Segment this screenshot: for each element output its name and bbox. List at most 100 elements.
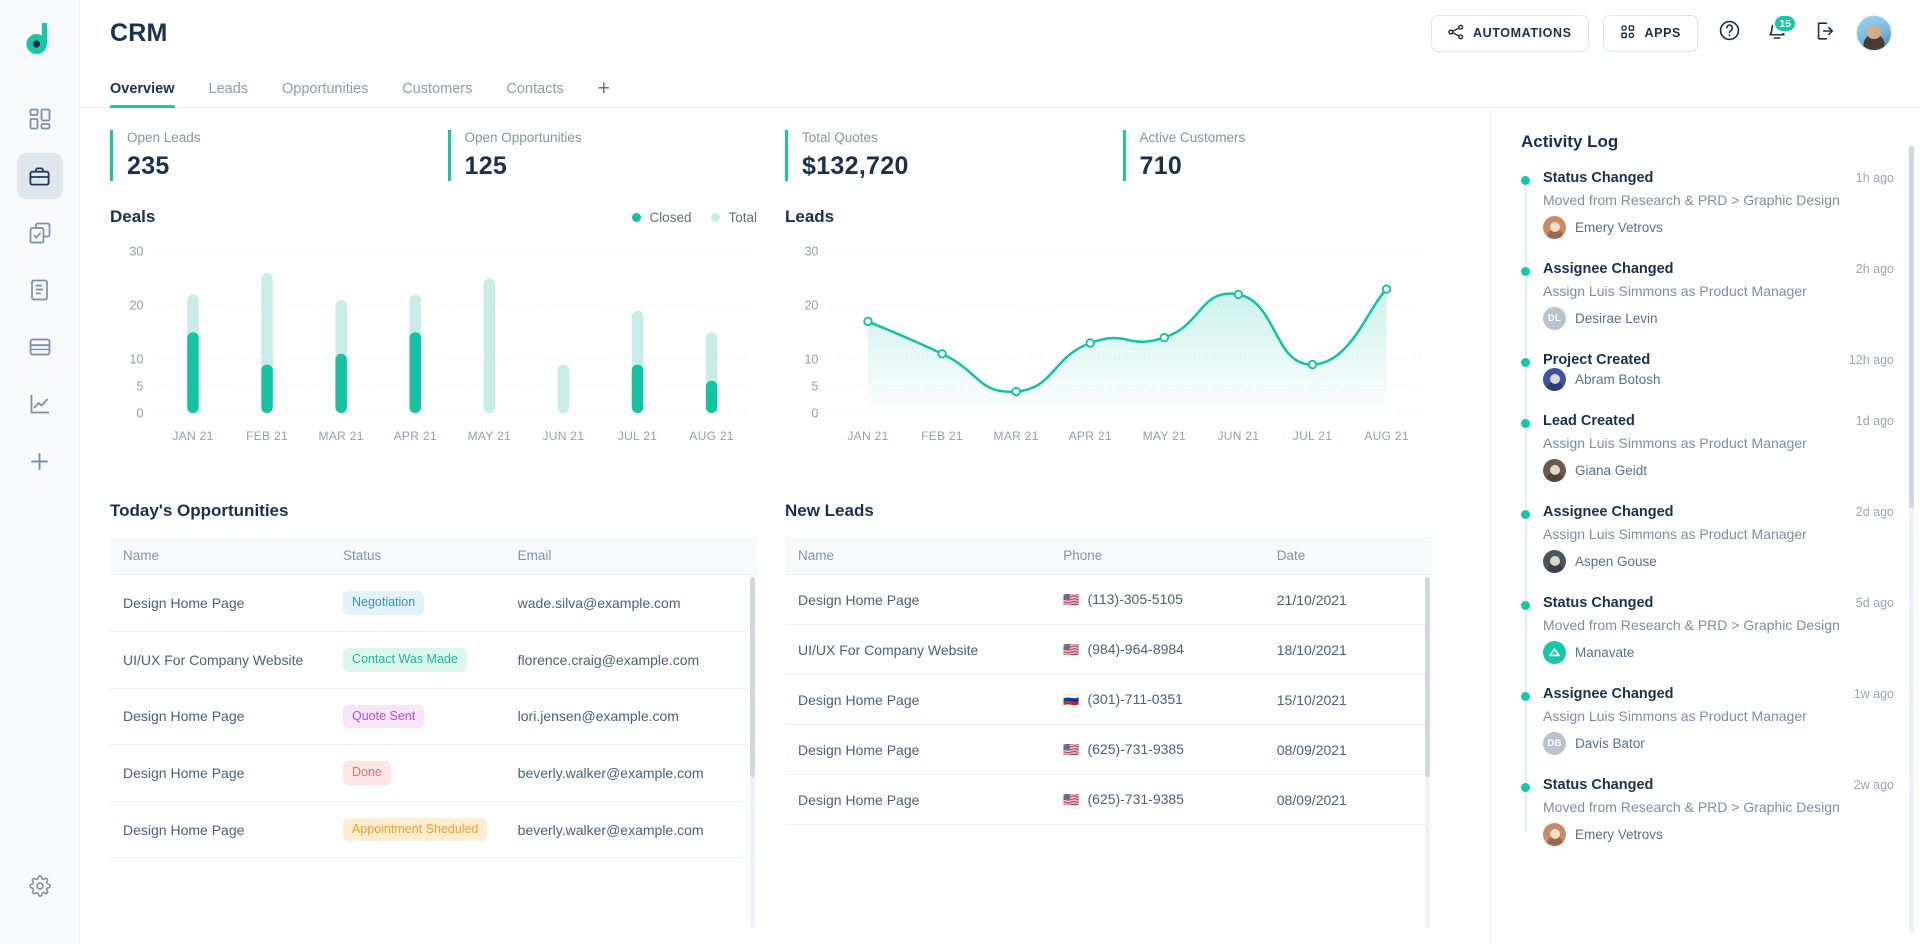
activity-item[interactable]: Status Changed 1h ago Moved from Research … [1521,170,1894,239]
table-row[interactable]: Design Home Page 🇷🇺 (301)-711-0351 15/10/20… [785,674,1432,726]
table-row[interactable]: Design Home Page Done beverly.walker@examp… [110,744,757,802]
avatar[interactable] [1856,15,1892,51]
table-row[interactable]: Design Home Page Appointment Sheduled beve… [110,801,757,859]
cell-date: 21/10/2021 [1263,574,1432,626]
svg-text:JUL 21: JUL 21 [618,429,657,443]
activity-timestamp: 2d ago [1855,505,1894,519]
legend-label-closed: Closed [649,209,692,225]
kpi-card-open-leads: Open Leads 235 [110,130,448,181]
droplet-logo-icon[interactable] [20,18,60,58]
country-flag-icon: 🇺🇸 [1063,742,1080,758]
sidebar-item-tasks[interactable] [17,210,63,256]
deals-bar-chart: 0 5 10 20 30 JAN 21 FEB 21 MAR 21 APR 21 MAY 21 JU… [129,245,749,443]
brand-avatar-icon [1543,641,1566,664]
opportunities-scrollbar[interactable] [750,577,755,928]
svg-text:MAY 21: MAY 21 [1143,429,1186,443]
svg-text:JUL 21: JUL 21 [1293,429,1332,443]
activity-dot [1521,358,1530,367]
svg-text:0: 0 [811,406,818,420]
table-row[interactable]: UI/UX For Company Website 🇺🇸 (984)-964-898… [785,624,1432,676]
status-badge: Done [342,761,391,785]
notifications-button[interactable]: 15 [1760,14,1797,50]
activity-header: Lead Created 1d ago [1543,413,1894,429]
cell-phone: 🇺🇸 (113)-305-5105 [1050,574,1264,626]
svg-text:MAR 21: MAR 21 [994,429,1039,443]
activity-user: Aspen Gouse [1543,550,1894,573]
phone-value: (301)-711-0351 [1087,691,1183,708]
logout-button[interactable] [1808,16,1842,50]
activity-user-name: Emery Vetrovs [1575,827,1663,842]
sidebar-item-settings[interactable] [17,863,63,909]
cell-status: Negotiation [329,574,505,632]
main-area: CRM AUTOMATIONS APPS 15 Overview Leads O… [80,0,1920,944]
cell-date: 08/09/2021 [1263,724,1432,776]
tab-contacts[interactable]: Contacts [506,81,563,107]
activity-item[interactable]: Status Changed 2w ago Moved from Research … [1521,777,1894,846]
table-row[interactable]: Design Home Page Negotiation wade.silva@ex… [110,574,757,632]
table-row[interactable]: UI/UX For Company Website Contact Was Mad… [110,631,757,689]
sidebar-item-documents[interactable] [17,267,63,313]
legend-label-total: Total [728,209,757,225]
apps-button[interactable]: APPS [1602,14,1698,52]
activity-event: Assignee Changed [1543,261,1674,277]
activity-item[interactable]: Status Changed 5d ago Moved from Research … [1521,595,1894,664]
table-row[interactable]: Design Home Page 🇺🇸 (625)-731-9385 08/09/20… [785,774,1432,826]
activity-header: Status Changed 1h ago [1543,170,1894,186]
table-row[interactable]: Design Home Page Quote Sent lori.jensen@ex… [110,688,757,746]
tab-overview[interactable]: Overview [110,81,175,108]
phone-value: (113)-305-5105 [1087,591,1183,608]
activity-timestamp: 1h ago [1855,171,1894,185]
activity-item[interactable]: Assignee Changed 1w ago Assign Luis Simmon… [1521,686,1894,755]
activity-header: Project Created 12h ago [1543,352,1894,368]
leads-area-chart: 0 5 10 20 30 JAN 21 FEB 21 MAR 21 APR 21 MAY 21 JU… [804,245,1424,443]
cell-email: wade.silva@example.com [504,574,757,632]
tab-customers[interactable]: Customers [402,81,472,107]
sidebar-item-dashboard[interactable] [17,96,63,142]
activity-log-scrollbar[interactable] [1909,146,1914,934]
tab-opportunities[interactable]: Opportunities [282,81,368,107]
svg-text:MAY 21: MAY 21 [468,429,511,443]
svg-text:5: 5 [136,379,143,393]
activity-header: Status Changed 2w ago [1543,777,1894,793]
svg-text:0: 0 [136,406,143,420]
activity-dot [1521,176,1530,185]
activity-user-name: Desirae Levin [1575,311,1658,326]
sidebar-item-crm[interactable] [16,153,63,199]
cell-email: beverly.walker@example.com [504,744,757,802]
help-circle-icon [1718,19,1741,47]
activity-item[interactable]: Assignee Changed 2d ago Assign Luis Simmon… [1521,504,1894,573]
add-tab-button[interactable]: + [598,78,610,107]
legend-item-closed: Closed [632,210,691,225]
activity-description: Assign Luis Simmons as Product Manager [1543,283,1807,299]
cell-name: Design Home Page [785,574,1051,626]
activity-item[interactable]: Lead Created 1d ago Assign Luis Simmons as… [1521,413,1894,482]
svg-text:10: 10 [804,352,818,366]
table-row[interactable]: Design Home Page 🇺🇸 (625)-731-9385 08/09/20… [785,724,1432,776]
activity-dot [1521,267,1530,276]
svg-text:JAN 21: JAN 21 [847,429,888,443]
phone-value: (625)-731-9385 [1087,791,1184,808]
new-leads-table-wrap: Name Phone Date Design Home Page 🇺🇸 (113)-… [785,537,1432,944]
new-leads-scrollbar[interactable] [1425,577,1430,928]
activity-timestamp: 2w ago [1853,778,1894,792]
activity-timestamp: 12h ago [1848,353,1894,367]
sidebar-item-billing[interactable] [17,324,63,370]
activity-item[interactable]: Project Created 12h ago Abram Botosh [1521,352,1894,391]
help-button[interactable] [1712,16,1746,50]
table-row[interactable]: Design Home Page 🇺🇸 (113)-305-5105 21/10/20… [785,574,1432,626]
left-sidebar [0,0,80,944]
legend-dot-total [711,212,721,222]
cell-status: Quote Sent [329,688,505,746]
analytics-chart-icon [29,393,51,415]
sidebar-item-add[interactable] [17,438,63,484]
tab-leads[interactable]: Leads [209,81,249,107]
phone-value: (625)-731-9385 [1087,741,1184,758]
country-flag-icon: 🇺🇸 [1063,642,1080,658]
activity-header: Assignee Changed 2d ago [1543,504,1894,520]
activity-log-panel: Activity Log Status Changed 1h ago Moved f… [1490,108,1920,944]
automations-button[interactable]: AUTOMATIONS [1431,14,1589,52]
cell-status: Contact Was Made [329,631,505,689]
sidebar-item-analytics[interactable] [17,381,63,427]
opportunities-table-wrap: Name Status Email Design Home Page Negoti… [110,537,757,944]
activity-item[interactable]: Assignee Changed 2h ago Assign Luis Simmon… [1521,261,1894,330]
